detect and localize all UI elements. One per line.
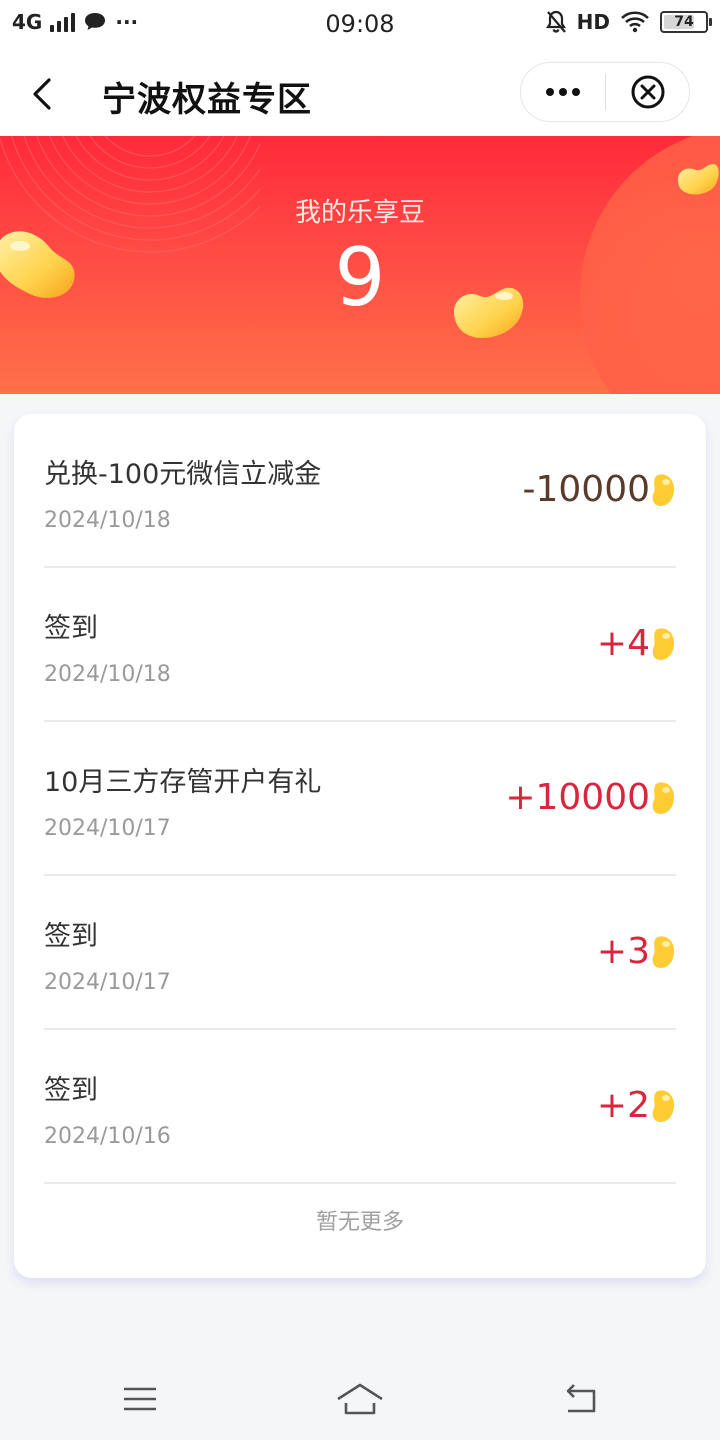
status-right: HD 74 bbox=[545, 10, 712, 34]
bell-off-icon bbox=[545, 10, 566, 33]
mini-program-capsule bbox=[520, 62, 690, 122]
hd-indicator: HD bbox=[576, 10, 610, 34]
list-item: 兑换-100元微信立减金 2024/10/18 -10000 bbox=[44, 414, 676, 568]
chevron-left-icon bbox=[33, 78, 51, 110]
points-value: 9 bbox=[334, 231, 386, 324]
system-nav-bar bbox=[0, 1360, 720, 1440]
close-circle-icon bbox=[631, 75, 664, 109]
nav-bar: 宁波权益专区 bbox=[0, 52, 720, 136]
more-dots-icon bbox=[546, 88, 554, 96]
menu-button[interactable] bbox=[110, 1376, 170, 1422]
return-button[interactable] bbox=[550, 1376, 610, 1422]
list-item: 签到 2024/10/16 +2 bbox=[44, 1030, 676, 1184]
return-icon bbox=[566, 1384, 596, 1413]
record-amount: +3 bbox=[596, 931, 650, 972]
close-button[interactable] bbox=[606, 63, 689, 121]
record-title: 10月三方存管开户有礼 bbox=[44, 767, 322, 798]
record-date: 2024/10/17 bbox=[44, 816, 171, 841]
record-date: 2024/10/18 bbox=[44, 662, 171, 687]
record-date: 2024/10/17 bbox=[44, 970, 171, 995]
bean-icon bbox=[652, 474, 674, 506]
page: 4G ··· 09:08 HD 74 宁波权益专区 我的乐享豆 9 兑换-100… bbox=[0, 0, 720, 1440]
record-title: 签到 bbox=[44, 613, 98, 644]
battery-icon: 74 bbox=[660, 11, 712, 33]
wifi-icon bbox=[621, 11, 649, 33]
record-date: 2024/10/16 bbox=[44, 1124, 171, 1149]
list-item: 10月三方存管开户有礼 2024/10/17 +10000 bbox=[44, 722, 676, 876]
menu-icon bbox=[124, 1387, 156, 1411]
record-date: 2024/10/18 bbox=[44, 508, 171, 533]
page-title: 宁波权益专区 bbox=[102, 80, 312, 120]
record-amount: +10000 bbox=[505, 777, 650, 818]
no-more-text: 暂无更多 bbox=[315, 1210, 404, 1235]
record-amount: +2 bbox=[596, 1085, 650, 1126]
home-button[interactable] bbox=[330, 1376, 390, 1422]
record-amount: +4 bbox=[596, 623, 650, 664]
record-amount: -10000 bbox=[522, 469, 650, 510]
more-button[interactable] bbox=[521, 63, 605, 121]
bean-icon bbox=[652, 1090, 674, 1122]
points-label: 我的乐享豆 bbox=[294, 198, 425, 228]
records-card: 兑换-100元微信立减金 2024/10/18 -10000 签到 2024/1… bbox=[14, 414, 706, 1278]
battery-level: 74 bbox=[674, 14, 694, 30]
bean-icon bbox=[652, 782, 674, 814]
bean-icon bbox=[652, 628, 674, 660]
record-title: 签到 bbox=[44, 1075, 98, 1106]
status-bar: 4G ··· 09:08 HD 74 bbox=[0, 0, 720, 52]
home-icon bbox=[337, 1383, 383, 1415]
bean-icon bbox=[652, 936, 674, 968]
back-button[interactable] bbox=[20, 70, 64, 118]
list-item: 签到 2024/10/17 +3 bbox=[44, 876, 676, 1030]
points-banner: 我的乐享豆 9 bbox=[0, 136, 720, 394]
list-item: 签到 2024/10/18 +4 bbox=[44, 568, 676, 722]
record-title: 签到 bbox=[44, 921, 98, 952]
record-title: 兑换-100元微信立减金 bbox=[44, 459, 322, 490]
